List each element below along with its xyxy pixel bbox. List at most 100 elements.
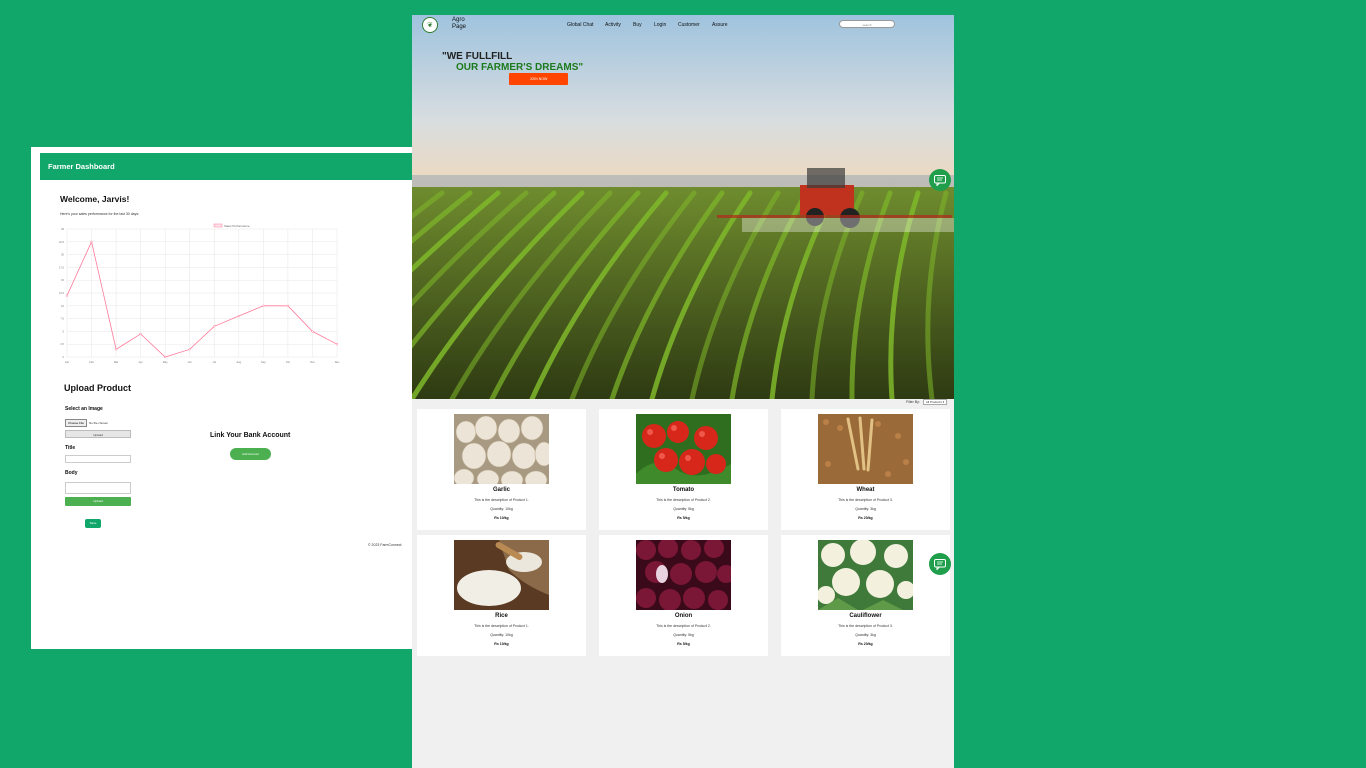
hero-banner: ❦ Agro Page Global Chat Activity Buy Log… (412, 15, 954, 399)
nav-login[interactable]: Login (654, 22, 666, 28)
data-point (335, 343, 339, 346)
product-name: Garlic (492, 487, 510, 493)
product-card[interactable]: Wheat This is the description of Product… (781, 409, 950, 530)
performance-text: Here's your sales performance for the la… (60, 212, 140, 216)
x-tick-label: Jan (65, 360, 70, 364)
product-name: Wheat (856, 487, 875, 493)
leaf-logo-icon[interactable]: ❦ (422, 17, 438, 33)
nav-customer[interactable]: Customer (678, 22, 700, 28)
data-point (90, 240, 93, 243)
file-picker: Choose File No file chosen (65, 419, 108, 427)
chat-icon[interactable] (929, 553, 951, 575)
nav-assure[interactable]: Assure (712, 22, 728, 28)
product-card[interactable]: Onion This is the description of Product… (599, 535, 768, 656)
product-price: Rs 20/kg (858, 642, 873, 646)
product-price: Rs 20/kg (858, 516, 873, 520)
product-card[interactable]: Rice This is the description of Product … (417, 535, 586, 656)
search-input[interactable]: search (839, 20, 895, 28)
data-point (188, 348, 191, 351)
bank-account-title: Link Your Bank Account (210, 432, 291, 439)
agro-page-window: ❦ Agro Page Global Chat Activity Buy Log… (412, 15, 954, 768)
nav-activity[interactable]: Activity (605, 22, 621, 28)
legend-swatch (213, 223, 223, 228)
product-quantity: Quantity: 3kg (855, 507, 876, 511)
product-price: Rs 5/kg (677, 642, 690, 646)
product-card[interactable]: Cauliflower This is the description of P… (781, 535, 950, 656)
upload-image-button[interactable]: Upload (65, 430, 131, 438)
product-price: Rs 5/kg (677, 516, 690, 520)
product-quantity: Quantity: 5kg (673, 633, 694, 637)
product-name: Cauliflower (849, 613, 882, 619)
x-tick-label: Apr (139, 360, 143, 364)
y-tick-label: 10 (61, 304, 64, 308)
data-point (164, 355, 167, 359)
product-card[interactable]: Tomato This is the description of Produc… (599, 409, 768, 530)
data-point (311, 330, 314, 333)
x-tick-label: Aug (237, 360, 242, 364)
filter-label: Filter By: (906, 400, 920, 404)
nav-global-chat[interactable]: Global Chat (567, 22, 593, 28)
choose-file-button[interactable]: Choose File (65, 419, 88, 427)
y-tick-label: 20 (61, 253, 64, 257)
upload-product-title: Upload Product (64, 383, 131, 393)
filter-bar: Filter By: All Products ▾ (906, 399, 948, 405)
filter-select-value: All Products (925, 400, 942, 404)
navbar: ❦ Agro Page Global Chat Activity Buy Log… (412, 15, 954, 35)
wheat-image (818, 414, 913, 484)
product-name: Tomato (672, 487, 695, 493)
product-description: This is the description of Product 3. (838, 498, 893, 502)
x-tick-label: May (163, 360, 169, 364)
body-label: Body (65, 470, 78, 476)
brand-name: Agro Page (452, 17, 467, 30)
product-description: This is the description of Product 2. (656, 498, 711, 502)
data-point (213, 325, 216, 328)
y-tick-label: 2.5 (60, 342, 64, 346)
y-tick-label: 25 (61, 227, 64, 231)
product-quantity: Quantity: 10kg (490, 633, 513, 637)
x-tick-label: Feb (89, 360, 94, 364)
filter-select[interactable]: All Products ▾ (922, 399, 948, 405)
add-account-button[interactable]: Add Account (230, 448, 271, 460)
title-label: Title (65, 445, 76, 451)
series-line (66, 240, 338, 358)
y-tick-label: 5 (63, 329, 65, 333)
x-tick-label: Nov (310, 360, 315, 364)
data-point (237, 314, 240, 318)
x-tick-label: Oct (286, 360, 290, 364)
y-tick-label: 7.5 (60, 317, 64, 321)
data-point (65, 294, 69, 297)
farmer-dashboard-window: Farmer Dashboard Welcome, Jarvis! Here's… (31, 147, 412, 649)
dashboard-header: Farmer Dashboard (40, 153, 412, 180)
legend-label: Sales Performance (224, 224, 250, 228)
y-tick-label: 12.5 (59, 291, 65, 295)
nav-buy[interactable]: Buy (633, 22, 642, 28)
join-now-button[interactable]: JOIN NOW (509, 73, 568, 85)
welcome-heading: Welcome, Jarvis! (60, 194, 130, 204)
garlic-image (454, 414, 549, 484)
body-textarea[interactable] (65, 482, 131, 494)
data-point (286, 304, 290, 307)
product-price: Rs 10/kg (494, 516, 509, 520)
x-tick-label: Mar (114, 360, 119, 364)
tagline-line-1: "WE FULLFILL (442, 51, 513, 62)
data-point (114, 348, 118, 351)
product-description: This is the description of Product 1. (474, 498, 529, 502)
cauliflower-image (818, 540, 913, 610)
y-tick-label: 17.5 (59, 265, 65, 269)
product-quantity: Quantity: 3kg (855, 633, 876, 637)
product-description: This is the description of Product 2. (656, 624, 711, 628)
x-tick-label: Sep (261, 360, 266, 364)
product-description: This is the description of Product 3. (838, 624, 893, 628)
tomato-image (636, 414, 731, 484)
product-card[interactable]: Garlic This is the description of Produc… (417, 409, 586, 530)
upload-submit-button[interactable]: Upload (65, 497, 131, 506)
x-tick-label: Jul (213, 360, 217, 364)
rice-image (454, 540, 549, 610)
title-input[interactable] (65, 455, 131, 463)
y-tick-label: 0 (63, 355, 65, 359)
save-button[interactable]: Save (85, 519, 101, 528)
no-file-label: No file chosen (89, 421, 109, 425)
chat-icon[interactable] (929, 169, 951, 191)
product-quantity: Quantity: 5kg (673, 507, 694, 511)
product-description: This is the description of Product 1. (474, 624, 529, 628)
